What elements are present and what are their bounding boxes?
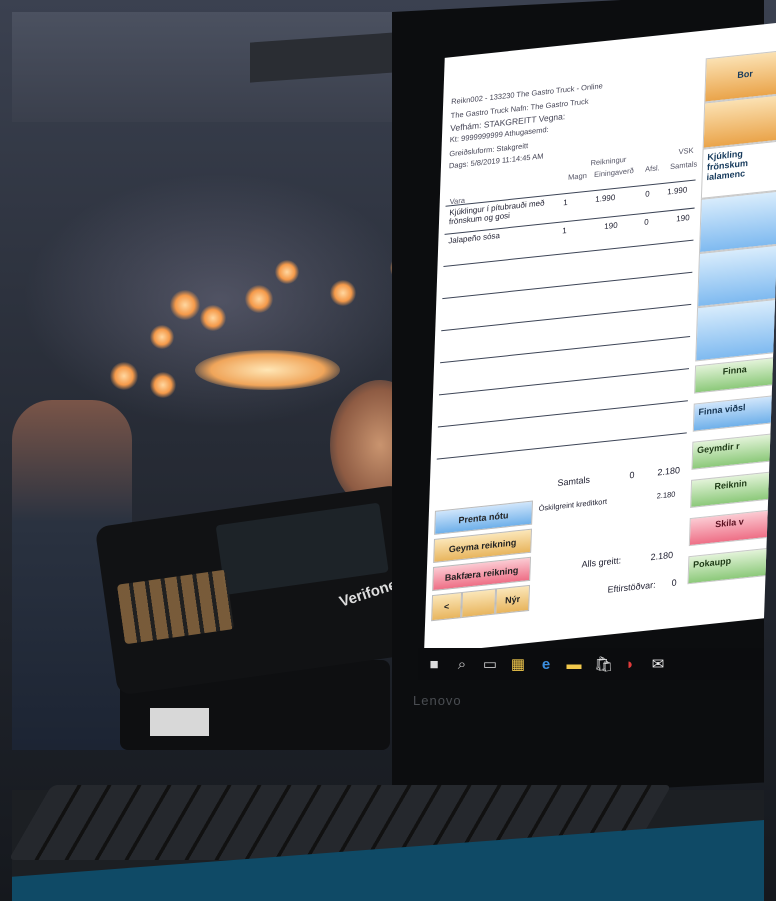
column-qty: Magn (567, 170, 588, 182)
samtals-total: 2.180 (657, 465, 681, 478)
bokeh-light (170, 290, 200, 320)
windows-icon[interactable]: ■ (426, 656, 442, 673)
paid-label: Alls greitt: (581, 555, 622, 570)
bokeh-light (245, 285, 273, 313)
search-icon[interactable]: ⌕ (454, 656, 470, 673)
bokeh-light (275, 260, 299, 284)
column-group: Reikningur (590, 154, 627, 168)
column-discount: Afsl. (644, 163, 660, 174)
windows-taskbar: ■ ⌕ ▭ ▦ e ▬ 🛍 ◗ ✉ (418, 648, 764, 680)
bokeh-light (110, 362, 138, 390)
product-slot[interactable] (698, 190, 776, 254)
remaining-label: Eftirstöðvar: (607, 579, 656, 595)
product-slot[interactable] (697, 244, 776, 308)
bokeh-light (330, 280, 356, 306)
remaining-amount: 0 (671, 577, 677, 588)
store-icon[interactable]: 🛍 (594, 655, 613, 673)
receipt-panel: Reikn002 - 133230 The Gastro Truck - Onl… (424, 30, 705, 654)
blank-button[interactable] (461, 588, 497, 619)
bag-button[interactable]: Pokaupp (687, 547, 769, 585)
bokeh-light (150, 325, 174, 349)
mail-icon[interactable]: ✉ (650, 655, 666, 673)
folder-icon[interactable]: ▬ (566, 656, 582, 673)
terminal-keypad (116, 569, 235, 645)
item-unit: 1.990 (595, 192, 616, 205)
terminal-brand: Verifone (337, 576, 399, 611)
pendant-lamp (195, 350, 340, 390)
category-button[interactable] (702, 94, 776, 149)
new-invoice-button[interactable]: Nýr (495, 584, 531, 615)
laptop-brand: Lenovo (413, 693, 462, 708)
edge-icon[interactable]: e (538, 656, 554, 673)
item-qty: 1 (562, 225, 567, 236)
back-button[interactable]: < (431, 592, 463, 622)
payment-method: Óskilgreint kreditkort (538, 496, 608, 513)
pos-screen: Reikn002 - 133230 The Gastro Truck - Onl… (424, 22, 776, 654)
terminal-screen (215, 502, 389, 595)
product-slot[interactable] (695, 298, 776, 362)
find-customer-button[interactable]: Finna viðsl (692, 395, 774, 432)
item-discount: 0 (645, 189, 650, 199)
paid-amount: 2.180 (650, 549, 674, 563)
return-button[interactable]: Skila v (688, 509, 770, 547)
stored-invoices-button[interactable]: Geymdir r (691, 433, 773, 470)
samtals-label: Samtals (557, 474, 591, 488)
photo-scene: Verifone Reikn002 - 133230 The Gastro Tr… (0, 0, 776, 901)
dock-label (150, 708, 209, 736)
item-unit: 190 (604, 220, 618, 232)
bokeh-light (200, 305, 226, 331)
app-icon[interactable]: ◗ (622, 656, 638, 673)
item-total: 1.990 (667, 185, 688, 197)
table-button[interactable]: Bor (704, 49, 776, 103)
product-button[interactable]: Kjúkling frönskum ialamenc (700, 140, 776, 199)
item-name: Kjúklingur í pítubrauði með frönskum og … (448, 198, 545, 227)
samtals-discount: 0 (629, 469, 635, 481)
task-view-icon[interactable]: ▭ (482, 655, 498, 673)
item-total: 190 (676, 213, 690, 224)
invoices-button[interactable]: Reiknin (690, 471, 772, 509)
find-button[interactable]: Finna (694, 357, 776, 394)
item-discount: 0 (644, 217, 649, 227)
calculator-icon[interactable]: ▦ (510, 655, 526, 673)
bokeh-light (150, 372, 176, 398)
column-total: Samtals (669, 159, 698, 172)
payment-amount: 2.180 (656, 489, 676, 501)
column-group-right: VSK (678, 145, 694, 157)
column-unit-price: Einingaverð (593, 165, 634, 180)
item-qty: 1 (563, 197, 568, 208)
